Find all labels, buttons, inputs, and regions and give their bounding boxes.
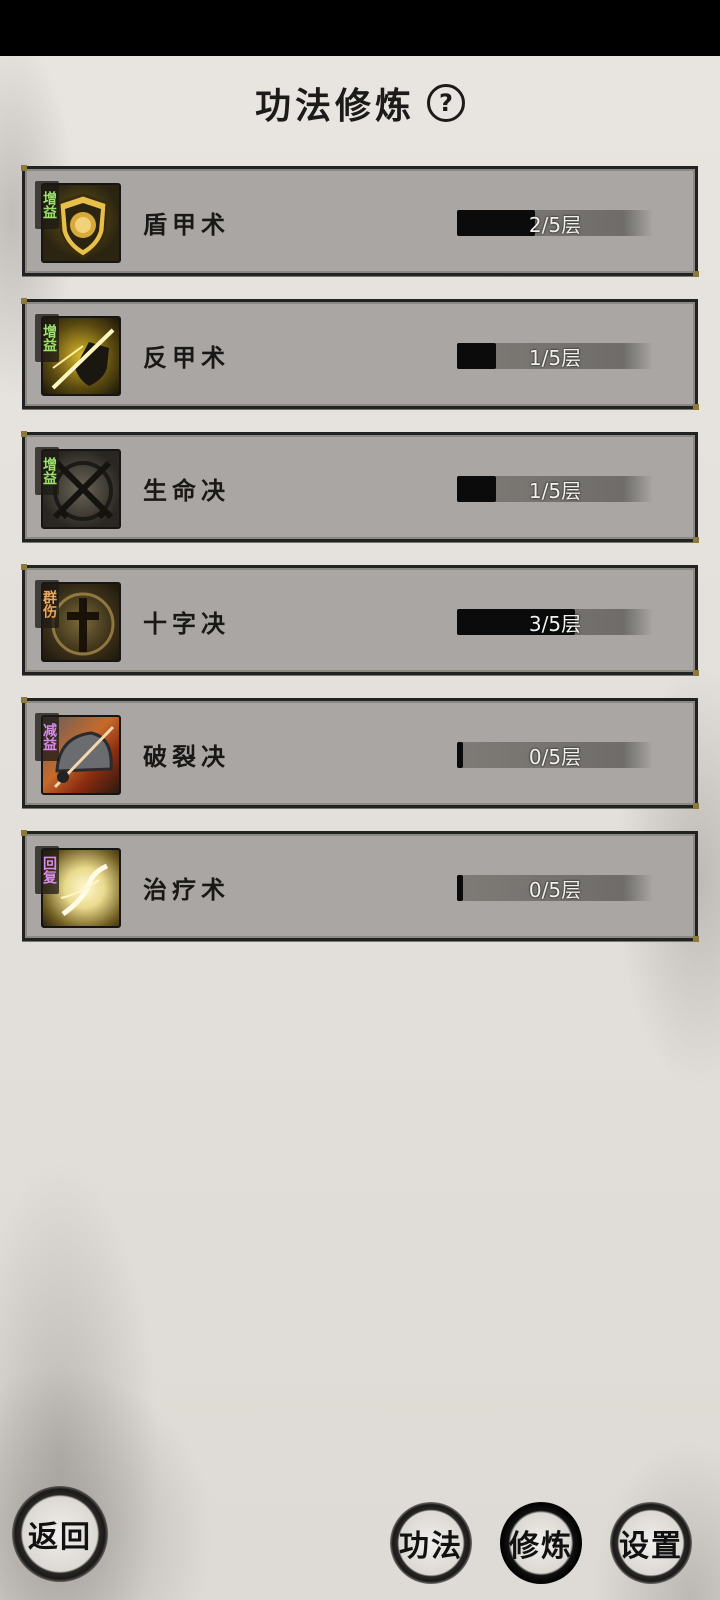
skill-name: 治疗术 bbox=[143, 875, 230, 904]
header: 功法修炼 ? bbox=[0, 78, 720, 128]
back-button[interactable]: 返回 bbox=[12, 1486, 108, 1582]
status-bar bbox=[0, 0, 720, 56]
skill-card-rupture[interactable]: 减益 破裂决 0/5层 bbox=[21, 697, 699, 809]
skill-type-tag: 增益 bbox=[35, 314, 59, 362]
progress-label: 2/5层 bbox=[528, 212, 582, 237]
skill-name: 生命决 bbox=[143, 476, 230, 505]
skill-progress-bar: 2/5层 bbox=[457, 210, 653, 237]
page-title: 功法修炼 bbox=[254, 85, 415, 127]
skill-progress-bar: 1/5层 bbox=[457, 343, 653, 370]
tab-skills[interactable]: 功法 bbox=[390, 1502, 472, 1584]
skill-card-cross[interactable]: 群伤 十字决 3/5层 bbox=[21, 564, 699, 676]
progress-label: 1/5层 bbox=[528, 345, 582, 370]
progress-label: 0/5层 bbox=[528, 877, 582, 902]
progress-label: 0/5层 bbox=[528, 744, 582, 769]
skill-type-tag: 减益 bbox=[35, 713, 59, 761]
skill-progress-bar: 3/5层 bbox=[457, 609, 653, 636]
tab-settings[interactable]: 设置 bbox=[610, 1502, 692, 1584]
skill-name: 十字决 bbox=[143, 609, 230, 638]
tab-cultivation[interactable]: 修炼 bbox=[500, 1502, 582, 1584]
skill-card-healing[interactable]: 回复 治疗术 0/5层 bbox=[21, 830, 699, 942]
skill-type-tag: 群伤 bbox=[35, 580, 59, 628]
skill-progress-bar: 0/5层 bbox=[457, 875, 653, 902]
skill-name: 破裂决 bbox=[143, 742, 230, 771]
skill-card-life[interactable]: 增益 生命决 1/5层 bbox=[21, 431, 699, 543]
skill-name: 盾甲术 bbox=[143, 210, 230, 239]
progress-label: 1/5层 bbox=[528, 478, 582, 503]
skill-list: 增益 盾甲术 2/5层 增益 反甲术 1/5层 增益 生命决 1/5层 群伤 十… bbox=[21, 165, 699, 964]
skill-type-tag: 回复 bbox=[35, 846, 59, 894]
skill-type-tag: 增益 bbox=[35, 181, 59, 229]
skill-progress-bar: 0/5层 bbox=[457, 742, 653, 769]
skill-progress-bar: 1/5层 bbox=[457, 476, 653, 503]
skill-card-reflect-armor[interactable]: 增益 反甲术 1/5层 bbox=[21, 298, 699, 410]
skill-card-shield-armor[interactable]: 增益 盾甲术 2/5层 bbox=[21, 165, 699, 277]
progress-label: 3/5层 bbox=[528, 611, 582, 636]
help-icon[interactable]: ? bbox=[427, 84, 465, 122]
skill-name: 反甲术 bbox=[143, 343, 230, 372]
skill-type-tag: 增益 bbox=[35, 447, 59, 495]
